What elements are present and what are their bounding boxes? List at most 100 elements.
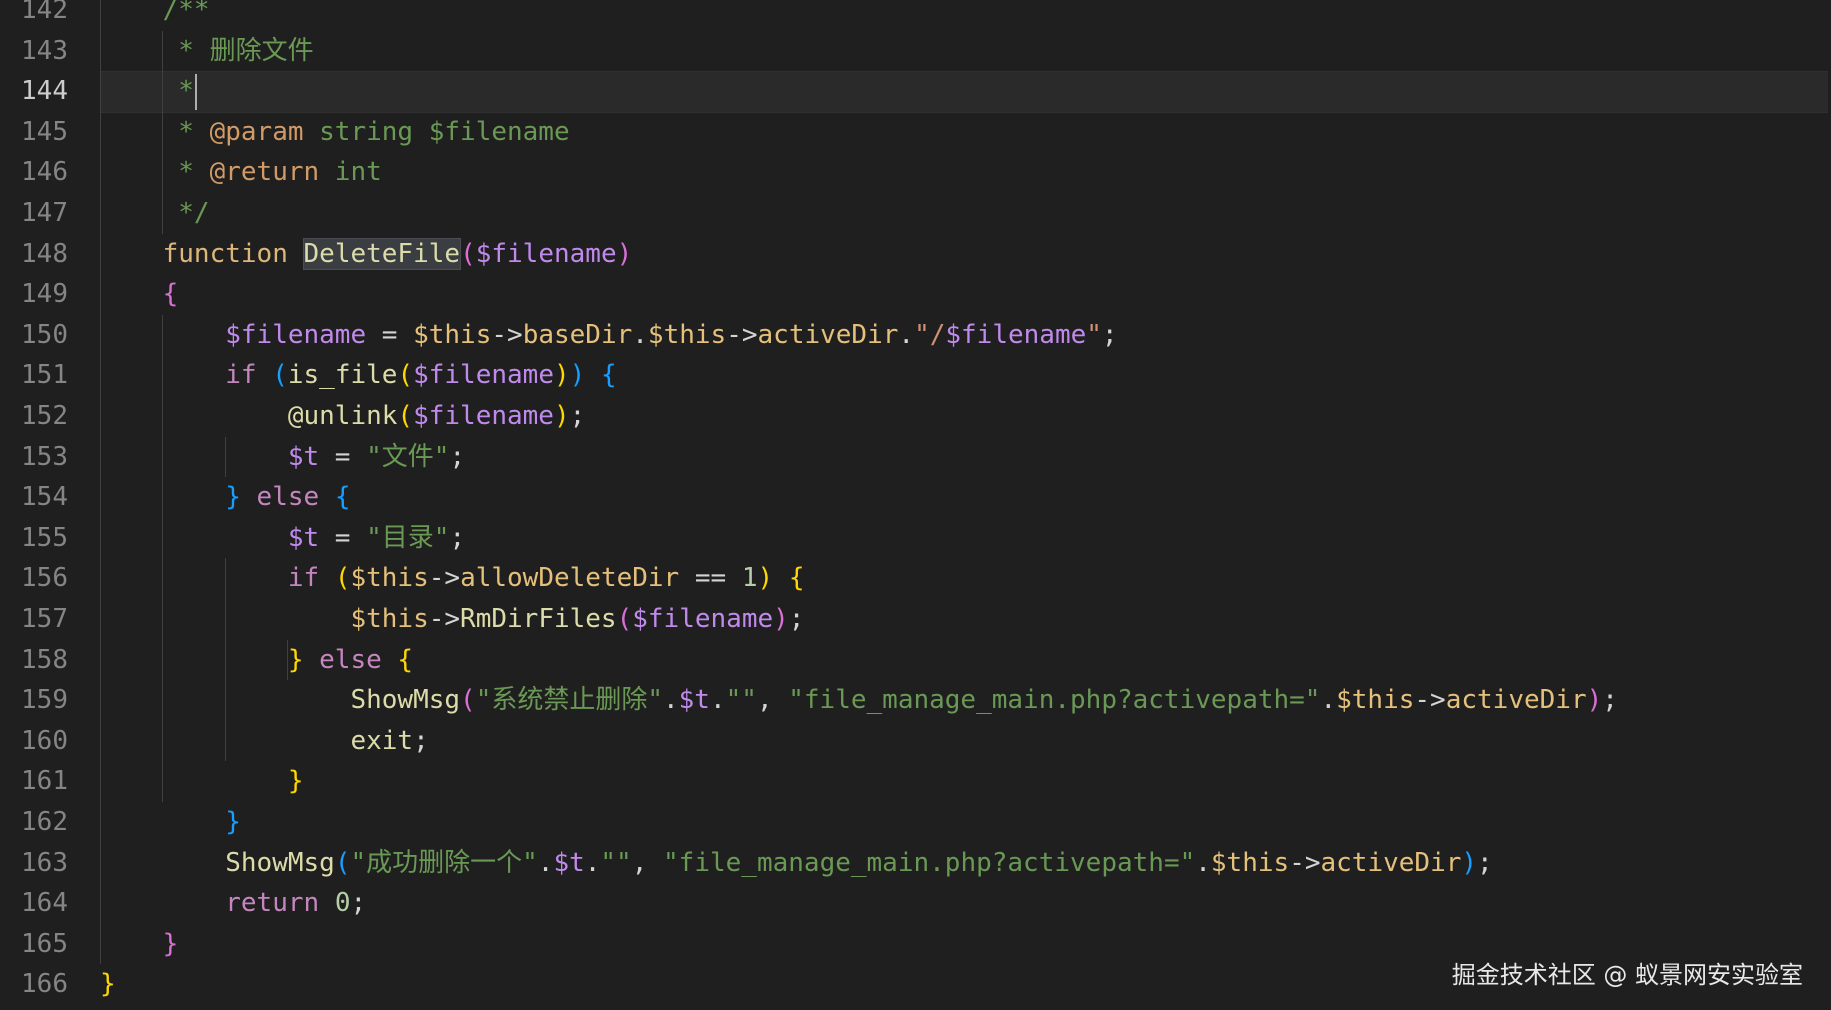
code-token: -> — [428, 604, 461, 634]
code-token: $this — [350, 563, 429, 594]
line-number: 143 — [21, 35, 68, 66]
code-token: . — [709, 685, 726, 716]
code-text: $t = "文件"; — [100, 437, 465, 478]
code-token: ) — [569, 360, 586, 391]
code-text: function DeleteFile($filename) — [100, 234, 632, 275]
code-text: } else { — [100, 640, 413, 681]
line-number: 145 — [21, 116, 68, 147]
code-token: 删除文件 — [209, 35, 314, 66]
code-line[interactable]: 160 exit; — [0, 721, 1831, 762]
code-token: $this — [647, 319, 727, 350]
code-token: "file_manage_main.php?activepath=" — [663, 847, 1196, 878]
code-token: = — [319, 522, 367, 553]
code-line[interactable]: 152 @unlink($filename); — [0, 396, 1831, 437]
code-token: $this — [350, 604, 429, 634]
code-line[interactable]: 155 $t = "目录"; — [0, 518, 1831, 559]
code-token: -> — [726, 319, 758, 350]
line-number: 165 — [21, 928, 68, 959]
line-number: 163 — [21, 847, 68, 878]
code-line[interactable]: 164 return 0; — [0, 883, 1831, 924]
code-token: . — [1195, 847, 1211, 878]
code-token: * — [100, 157, 210, 188]
code-token: " — [1086, 319, 1102, 350]
code-token: "文件" — [366, 441, 450, 472]
code-text: ShowMsg("成功删除一个".$t."", "file_manage_mai… — [100, 843, 1492, 884]
code-token: ; — [413, 725, 429, 756]
line-number: 149 — [21, 279, 68, 310]
code-token: ; — [449, 522, 466, 553]
code-line[interactable]: 158 } else { — [0, 640, 1831, 681]
code-line[interactable]: 147 */ — [0, 193, 1831, 234]
code-token: -> — [1414, 685, 1446, 716]
code-token: ) — [1461, 847, 1478, 878]
code-token: ; — [1101, 319, 1118, 350]
code-line[interactable]: 151 if (is_file($filename)) { — [0, 355, 1831, 396]
code-line[interactable]: 153 $t = "文件"; — [0, 437, 1831, 478]
code-token: ; — [569, 401, 586, 431]
code-token: ; — [1602, 685, 1618, 716]
code-token: DeleteFile — [302, 237, 462, 270]
code-token: * — [100, 116, 210, 147]
code-token: "" — [600, 847, 632, 878]
line-number: 153 — [21, 441, 68, 472]
code-line[interactable]: 156 if ($this->allowDeleteDir == 1) { — [0, 558, 1831, 599]
code-token: "系统禁止删除" — [475, 685, 663, 716]
code-line[interactable]: 162 } — [0, 802, 1831, 843]
code-token: } — [162, 928, 179, 959]
code-text: * — [100, 71, 197, 112]
code-token: exit — [350, 725, 414, 756]
code-token: ) — [553, 401, 570, 431]
code-token: if — [287, 563, 320, 594]
code-line[interactable]: 149 { — [0, 274, 1831, 315]
code-token: ( — [460, 238, 476, 269]
code-token: . — [663, 685, 679, 716]
code-token: } — [225, 482, 241, 513]
code-token: ) — [757, 563, 774, 594]
code-token: "成功删除一个" — [350, 847, 538, 878]
code-line[interactable]: 163 ShowMsg("成功删除一个".$t."", "file_manage… — [0, 843, 1831, 884]
code-token: RmDirFiles — [460, 604, 617, 634]
code-line[interactable]: 161 } — [0, 761, 1831, 802]
code-line[interactable]: 146 * @return int — [0, 152, 1831, 193]
code-token: * — [100, 76, 194, 107]
code-token: , — [631, 847, 664, 878]
code-token: ShowMsg — [350, 685, 461, 716]
code-token: */ — [100, 198, 210, 228]
code-line[interactable]: 145 * @param string $filename — [0, 112, 1831, 153]
code-line[interactable]: 142 /** — [0, 0, 1831, 31]
line-number: 155 — [21, 522, 68, 553]
code-line[interactable]: 154 } else { — [0, 477, 1831, 518]
code-text: if (is_file($filename)) { — [100, 355, 616, 396]
code-token: allowDeleteDir — [460, 563, 680, 594]
code-token: "" — [725, 685, 757, 716]
code-line[interactable]: 143 * 删除文件 — [0, 31, 1831, 72]
code-token: @return — [209, 157, 320, 188]
indent-guide — [162, 314, 164, 802]
code-editor[interactable]: 142 /** 143 * 删除文件 144 * 145 * @param strin… — [0, 0, 1831, 1010]
code-token: ; — [788, 604, 805, 634]
indent-guide — [162, 30, 164, 234]
code-line[interactable]: 157 $this->RmDirFiles($filename); — [0, 599, 1831, 640]
code-line[interactable]: 144 * — [0, 71, 1831, 114]
line-number: 161 — [21, 766, 68, 797]
code-token: $filename — [413, 401, 554, 431]
code-line[interactable]: 150 $filename = $this->baseDir.$this->ac… — [0, 315, 1831, 356]
code-text: } — [100, 964, 116, 1005]
code-text: * 删除文件 — [100, 31, 314, 72]
code-line[interactable]: 159 ShowMsg("系统禁止删除".$t."", "file_manage… — [0, 680, 1831, 721]
code-line[interactable]: 148 function DeleteFile($filename) — [0, 234, 1831, 275]
code-token: } — [100, 969, 116, 1000]
code-token: if — [225, 360, 257, 391]
code-token: else — [240, 482, 335, 513]
code-text: */ — [100, 193, 210, 234]
code-token: ) — [1586, 685, 1603, 716]
code-token: ( — [460, 685, 476, 716]
code-token: * — [100, 35, 210, 66]
